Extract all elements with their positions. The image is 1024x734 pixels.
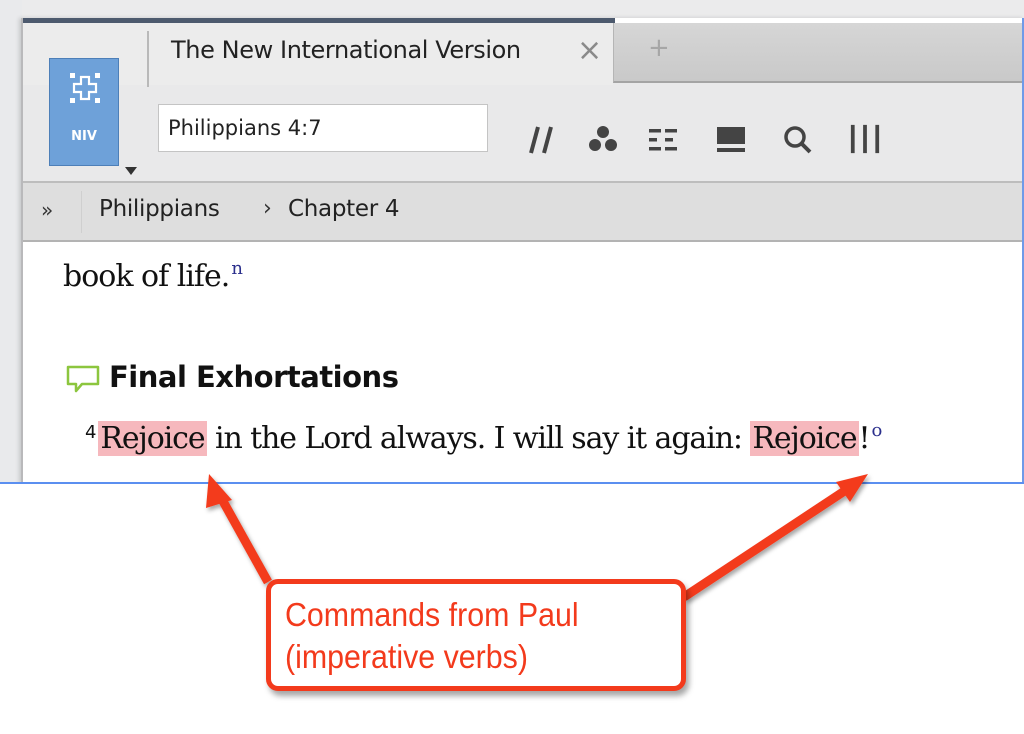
tab-title: The New International Version bbox=[171, 36, 521, 64]
search-icon[interactable] bbox=[781, 123, 815, 155]
app-screenshot: The New International Version × + NIV Ph… bbox=[0, 0, 1024, 484]
verse-text: in the Lord always. I will say it again: bbox=[206, 421, 751, 456]
annotation-callout: Commands from Paul (imperative verbs) bbox=[266, 579, 686, 691]
highlighted-word[interactable]: Rejoice bbox=[750, 421, 859, 456]
previous-verse-text: book of life. n bbox=[63, 258, 243, 294]
breadcrumb: » Philippians › Chapter 4 bbox=[23, 181, 1024, 242]
left-gutter bbox=[0, 0, 22, 482]
reference-input[interactable] bbox=[158, 104, 488, 152]
plus-icon[interactable]: + bbox=[648, 33, 670, 63]
verse-4: 4 Rejoice in the Lord always. I will say … bbox=[85, 420, 883, 456]
verse-number[interactable]: 4 bbox=[85, 422, 96, 443]
speech-bubble-icon[interactable] bbox=[65, 364, 105, 398]
verse-text: book of life. bbox=[63, 259, 230, 294]
new-tab-button[interactable]: + bbox=[613, 23, 1024, 83]
callout-line-1: Commands from Paul bbox=[285, 596, 579, 633]
bible-text: book of life. n Final Exhortations 4 Rejoi… bbox=[23, 242, 1024, 482]
footnote-link[interactable]: n bbox=[231, 258, 243, 279]
panel-header: The New International Version × + NIV bbox=[23, 23, 1024, 181]
arrow-right bbox=[681, 474, 868, 601]
three-dots-icon[interactable] bbox=[586, 123, 620, 155]
double-slash-icon[interactable] bbox=[526, 123, 556, 155]
bible-resource-icon bbox=[70, 73, 100, 103]
breadcrumb-divider bbox=[81, 191, 82, 233]
resource-button[interactable]: NIV bbox=[49, 58, 119, 166]
bible-panel: The New International Version × + NIV Ph… bbox=[21, 18, 1024, 482]
panel-icon[interactable] bbox=[715, 123, 747, 155]
verse-punctuation: ! bbox=[858, 421, 871, 456]
footnote-link[interactable]: o bbox=[872, 420, 883, 441]
resource-label: NIV bbox=[71, 129, 97, 144]
section-heading: Final Exhortations bbox=[109, 360, 399, 394]
callout-line-2: (imperative verbs) bbox=[285, 638, 528, 675]
expand-icon[interactable]: » bbox=[41, 198, 53, 222]
breadcrumb-item-chapter[interactable]: Chapter 4 bbox=[288, 196, 400, 222]
breadcrumb-item-book[interactable]: Philippians bbox=[99, 196, 220, 222]
close-icon[interactable]: × bbox=[577, 33, 602, 68]
chevron-right-icon: › bbox=[263, 196, 272, 221]
arrow-left bbox=[206, 474, 272, 585]
list-columns-icon[interactable] bbox=[647, 123, 679, 155]
tab-divider bbox=[147, 31, 149, 87]
highlighted-word[interactable]: Rejoice bbox=[98, 421, 207, 456]
columns-icon[interactable] bbox=[847, 123, 883, 155]
chevron-down-icon[interactable] bbox=[125, 167, 137, 175]
